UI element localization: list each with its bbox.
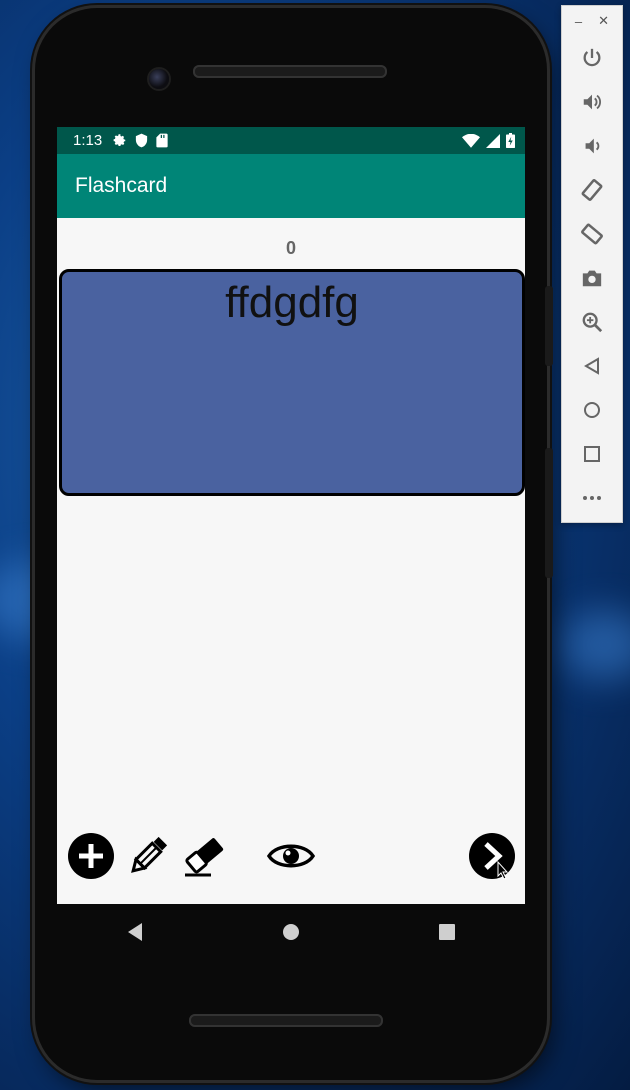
cell-signal-icon [486, 133, 500, 148]
settings-gear-icon [113, 134, 126, 147]
overview-button[interactable] [562, 432, 622, 476]
phone-volume-button [545, 448, 553, 578]
delete-card-button[interactable] [180, 831, 230, 881]
edit-card-button[interactable] [123, 831, 173, 881]
bottom-toolbar [57, 829, 525, 889]
back-button[interactable] [562, 344, 622, 388]
zoom-in-icon [582, 312, 603, 333]
emulator-control-panel: – ✕ [561, 5, 623, 523]
sd-card-icon [156, 133, 168, 148]
next-card-button[interactable] [467, 831, 517, 881]
next-chevron-circle-icon [469, 833, 515, 879]
rotate-left-icon [581, 179, 603, 201]
front-camera [149, 69, 169, 89]
earpiece-speaker [193, 65, 387, 78]
bottom-speaker [189, 1014, 383, 1027]
power-button[interactable] [562, 36, 622, 80]
desktop-glow [560, 610, 630, 680]
overview-square-icon [584, 446, 600, 462]
app-title: Flashcard [75, 174, 168, 197]
flashcard[interactable]: ffdgdfg [59, 269, 525, 496]
volume-up-icon [583, 94, 601, 110]
device-screen: 1:13 Flashcard 0 ffdgdfg [57, 127, 525, 904]
volume-down-icon [585, 138, 600, 154]
nav-home-icon[interactable] [282, 923, 300, 941]
status-time: 1:13 [73, 132, 103, 149]
wifi-icon [462, 133, 480, 148]
shield-icon [136, 133, 148, 148]
volume-down-button[interactable] [562, 124, 622, 168]
flashcard-text: ffdgdfg [225, 278, 359, 327]
minimize-button[interactable]: – [575, 14, 582, 29]
screenshot-button[interactable] [562, 256, 622, 300]
card-counter: 0 [285, 238, 296, 258]
phone-power-button [545, 286, 553, 366]
add-card-button[interactable] [66, 831, 116, 881]
app-bar: Flashcard [57, 154, 525, 218]
zoom-button[interactable] [562, 300, 622, 344]
rotate-right-button[interactable] [562, 212, 622, 256]
more-dots-icon [583, 496, 601, 500]
back-triangle-icon [584, 357, 599, 375]
power-icon [583, 48, 601, 67]
rotate-left-button[interactable] [562, 168, 622, 212]
volume-up-button[interactable] [562, 80, 622, 124]
eraser-icon [185, 838, 224, 877]
close-button[interactable]: ✕ [598, 13, 609, 29]
system-nav-bar [57, 904, 525, 960]
emulator-window-controls: – ✕ [562, 6, 622, 36]
pencil-icon [131, 836, 168, 873]
status-bar: 1:13 [57, 127, 525, 154]
add-circle-icon [68, 833, 114, 879]
home-circle-icon [584, 402, 600, 418]
battery-icon [506, 133, 515, 148]
reveal-answer-button[interactable] [266, 831, 316, 881]
home-button[interactable] [562, 388, 622, 432]
rotate-right-icon [581, 223, 603, 245]
nav-back-icon[interactable] [126, 922, 144, 942]
camera-icon [582, 270, 602, 287]
nav-overview-icon[interactable] [438, 923, 456, 941]
eye-icon [267, 844, 315, 868]
more-options-button[interactable] [562, 476, 622, 520]
